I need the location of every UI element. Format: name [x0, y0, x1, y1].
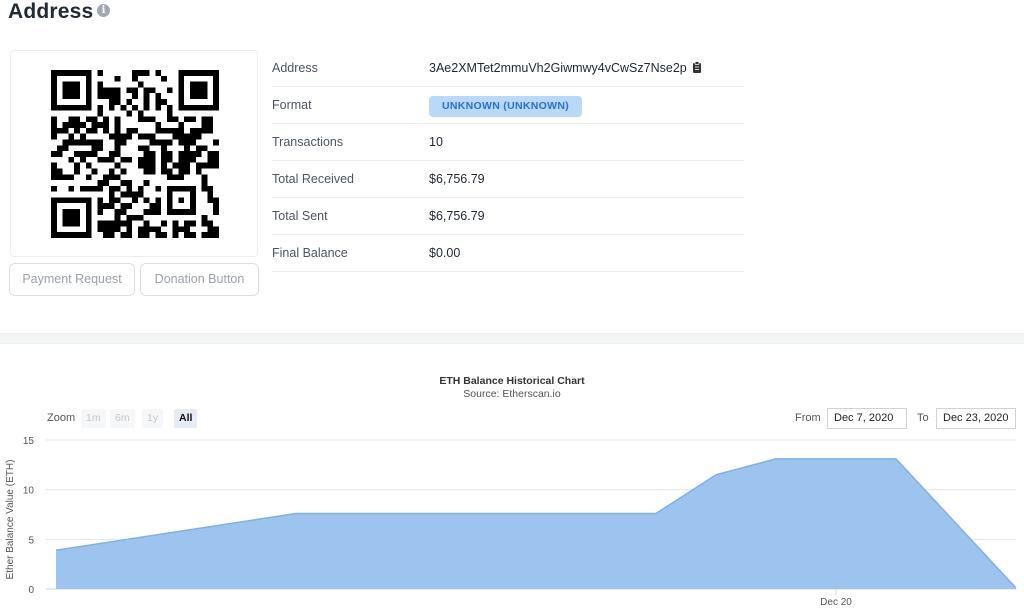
- zoom-1y-button[interactable]: 1y: [142, 409, 164, 428]
- y-tick-label: 5: [28, 535, 34, 546]
- clipboard-icon[interactable]: [692, 61, 702, 74]
- details-key: Format: [272, 98, 312, 112]
- details-row-final-balance: Final Balance $0.00: [272, 235, 744, 272]
- details-key: Transactions: [272, 135, 344, 149]
- details-row-address: Address 3Ae2XMTet2mmuVh2Giwmwy4vCwSz7Nse…: [272, 50, 744, 87]
- zoom-all-button[interactable]: All: [174, 409, 198, 428]
- y-tick-label: 0: [28, 585, 34, 596]
- donation-button[interactable]: Donation Button: [140, 263, 259, 296]
- info-icon[interactable]: i: [97, 4, 110, 17]
- qr-code-panel: [10, 50, 258, 257]
- y-tick-label: 15: [23, 436, 35, 447]
- y-axis-title: Ether Balance Value (ETH): [5, 460, 16, 580]
- details-key: Total Received: [272, 172, 354, 186]
- address-details-table: Address 3Ae2XMTet2mmuVh2Giwmwy4vCwSz7Nse…: [272, 50, 744, 272]
- details-key: Total Sent: [272, 209, 328, 223]
- section-divider: [0, 333, 1024, 344]
- chart-title: ETH Balance Historical Chart: [439, 375, 585, 387]
- details-row-total-received: Total Received $6,756.79: [272, 161, 744, 198]
- format-badge: UNKNOWN (UNKNOWN): [429, 96, 582, 117]
- x-tick-label: Dec 20: [820, 597, 852, 608]
- address-value[interactable]: 3Ae2XMTet2mmuVh2Giwmwy4vCwSz7Nse2p: [429, 50, 702, 87]
- chart-subtitle: Source: Etherscan.io: [463, 388, 561, 400]
- zoom-1m-button[interactable]: 1m: [81, 409, 106, 428]
- balance-area: [56, 458, 1016, 589]
- details-key: Address: [272, 61, 318, 75]
- details-row-total-sent: Total Sent $6,756.79: [272, 198, 744, 235]
- qr-code-image: [51, 70, 219, 238]
- from-label: From: [795, 412, 821, 424]
- from-date-input[interactable]: Dec 7, 2020: [827, 408, 907, 429]
- address-text[interactable]: 3Ae2XMTet2mmuVh2Giwmwy4vCwSz7Nse2p: [429, 61, 687, 75]
- details-value: 10: [429, 135, 443, 149]
- to-label: To: [917, 412, 929, 424]
- y-tick-label: 10: [23, 486, 35, 497]
- payment-request-button[interactable]: Payment Request: [9, 263, 135, 296]
- details-value: $0.00: [429, 246, 461, 260]
- details-value: $6,756.79: [429, 172, 485, 186]
- zoom-label: Zoom: [47, 412, 76, 424]
- eth-balance-chart: 0 5 10 15 Ether Balance Value (ETH) Dec 20: [5, 436, 1017, 608]
- details-value: $6,756.79: [429, 209, 485, 223]
- details-row-format: Format UNKNOWN (UNKNOWN): [272, 87, 744, 124]
- zoom-6m-button[interactable]: 6m: [110, 409, 135, 428]
- details-key: Final Balance: [272, 246, 348, 260]
- to-date-input[interactable]: Dec 23, 2020: [936, 408, 1016, 429]
- details-row-transactions: Transactions 10: [272, 124, 744, 161]
- page-title: Address: [8, 0, 94, 23]
